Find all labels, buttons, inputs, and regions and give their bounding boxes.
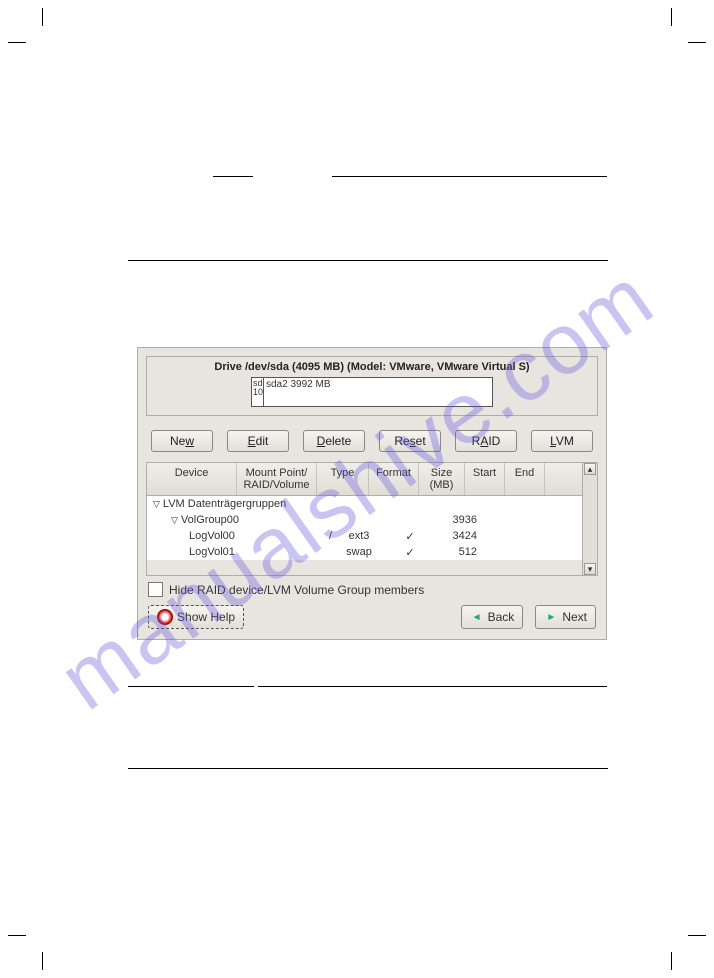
col-mountpoint[interactable]: Mount Point/ RAID/Volume [237,463,317,495]
cell-size: 3936 [435,514,481,526]
cell-type: swap [333,546,385,558]
col-start[interactable]: Start [465,463,505,495]
hide-members-row: Hide RAID device/LVM Volume Group member… [138,576,606,603]
raid-button[interactable]: RAID [455,430,517,452]
col-end[interactable]: End [505,463,545,495]
col-size[interactable]: Size (MB) [419,463,465,495]
table-row[interactable]: LogVol00 /ext3✓3424 [147,528,597,544]
cell-format: ✓ [385,530,435,543]
new-button[interactable]: New [151,430,213,452]
cell-type: ext3 [333,530,385,542]
cell-device: LogVol01 [147,546,317,558]
drive-panel: Drive /dev/sda (4095 MB) (Model: VMware,… [146,356,598,416]
drive-title: Drive /dev/sda (4095 MB) (Model: VMware,… [153,361,591,373]
cell-device: ▽VolGroup00 [147,514,317,526]
back-button[interactable]: Back [461,605,524,629]
cell-device: ▽LVM Datenträgergruppen [147,498,317,510]
col-device[interactable]: Device [147,463,237,495]
cell-device: LogVol00 [147,530,317,542]
cell-size: 3424 [435,530,481,542]
cell-mountpoint: / [325,530,333,542]
help-icon [157,609,173,625]
table-body: ▽LVM Datenträgergruppen ▽VolGroup00 3936 Lo… [147,496,597,560]
disk-setup-dialog: Drive /dev/sda (4095 MB) (Model: VMware,… [137,347,607,640]
show-help-button[interactable]: Show Help [148,605,244,629]
drive-slice-sda2[interactable]: sda2 3992 MB [264,378,492,406]
scroll-up-icon[interactable]: ▴ [584,463,596,475]
table-row[interactable]: ▽LVM Datenträgergruppen [147,496,597,512]
toolbar: New Edit Delete Reset RAID LVM [138,424,606,462]
lvm-button[interactable]: LVM [531,430,593,452]
drive-slice-sda1[interactable]: sd 10 [252,378,264,406]
arrow-right-icon [544,610,558,624]
hide-members-label: Hide RAID device/LVM Volume Group member… [169,583,424,597]
partition-table: Device Mount Point/ RAID/Volume Type For… [146,462,598,576]
drive-usage-bar[interactable]: sd 10 sda2 3992 MB [251,377,493,407]
cell-format: ✓ [385,546,435,559]
delete-button[interactable]: Delete [303,430,365,452]
table-row[interactable]: LogVol01 swap✓512 [147,544,597,560]
scroll-down-icon[interactable]: ▾ [584,563,596,575]
hide-members-checkbox[interactable] [148,582,163,597]
edit-button[interactable]: Edit [227,430,289,452]
arrow-left-icon [470,610,484,624]
next-button[interactable]: Next [535,605,596,629]
table-row[interactable]: ▽VolGroup00 3936 [147,512,597,528]
col-format[interactable]: Format [369,463,419,495]
triangle-down-icon: ▽ [153,499,160,510]
table-header: Device Mount Point/ RAID/Volume Type For… [147,463,597,496]
triangle-down-icon: ▽ [171,515,178,526]
dialog-footer: Show Help Back Next [138,603,606,639]
col-type[interactable]: Type [317,463,369,495]
scrollbar[interactable]: ▴ ▾ [582,463,597,575]
reset-button[interactable]: Reset [379,430,441,452]
cell-size: 512 [435,546,481,558]
